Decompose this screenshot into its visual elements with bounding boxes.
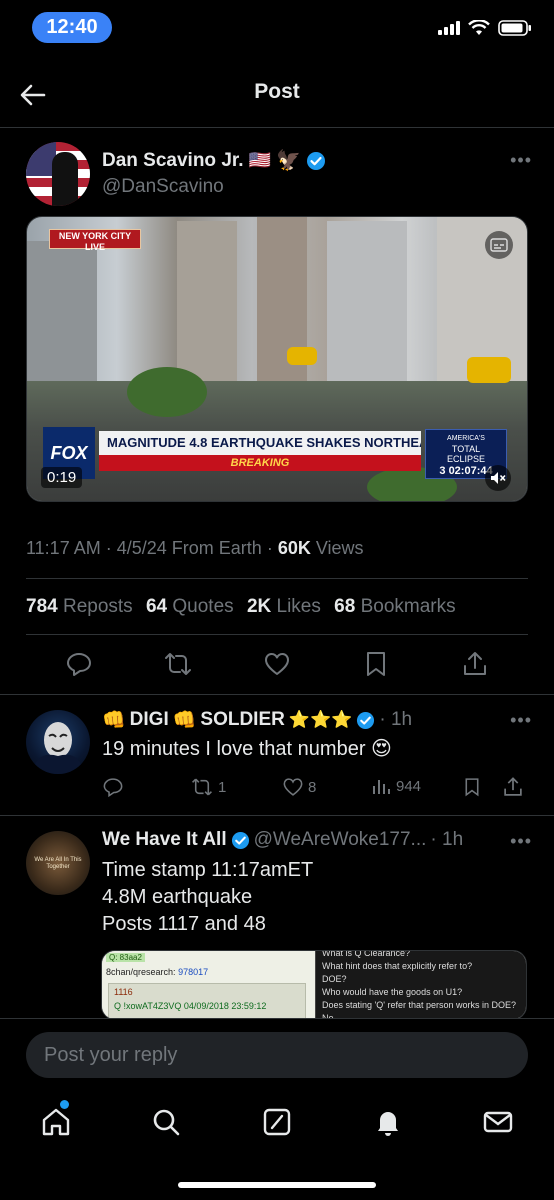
views-button[interactable]: 944 — [372, 776, 421, 796]
reply-composer: Post your reply — [0, 1018, 554, 1090]
divider — [0, 694, 554, 695]
location-live-tag: NEW YORK CITY LIVE — [49, 229, 141, 252]
bookmark-icon[interactable] — [462, 776, 482, 798]
messages-mail-icon[interactable] — [482, 1106, 514, 1138]
repost-icon — [192, 778, 212, 796]
views-chart-icon — [373, 780, 390, 794]
home-indicator — [178, 1182, 376, 1188]
verified-badge-icon — [306, 151, 325, 170]
search-icon[interactable] — [150, 1106, 182, 1138]
bookmarks-stat[interactable]: 68 Bookmarks — [334, 596, 455, 617]
reply-avatar[interactable] — [26, 710, 90, 774]
post-meta: 11:17 AM · 4/5/24 From Earth · 60K Views — [26, 538, 364, 558]
reply-input[interactable]: Post your reply — [26, 1032, 528, 1078]
battery-icon — [498, 20, 531, 36]
top-nav: Post — [0, 58, 554, 128]
reply-text: 19 minutes I love that number 😍 — [102, 738, 392, 760]
bookmark-icon[interactable] — [362, 650, 390, 678]
divider — [26, 634, 528, 635]
like-icon — [283, 778, 303, 796]
author-handle[interactable]: @DanScavino — [102, 176, 224, 198]
new-content-dot — [60, 1100, 69, 1109]
cellular-signal-icon — [438, 21, 460, 35]
more-options-icon[interactable]: ••• — [510, 831, 532, 852]
reply-text: Time stamp 11:17amET 4.8M earthquake Pos… — [102, 859, 314, 935]
reply-actions: 1 8 944 — [102, 776, 532, 800]
grok-icon[interactable] — [261, 1106, 293, 1138]
us-flag-emoji-icon: 🇺🇸 — [248, 150, 271, 170]
share-icon[interactable] — [502, 776, 524, 798]
divider — [0, 815, 554, 816]
author-avatar[interactable] — [26, 142, 90, 206]
heart-eyes-emoji-icon: 😍 — [371, 738, 392, 760]
fist-emoji-icon: 👊 — [172, 710, 197, 731]
author-name-row[interactable]: Dan Scavino Jr. 🇺🇸 🦅 — [102, 148, 326, 173]
reply-author-row[interactable]: We Have It All @WeAreWoke177... · 1h — [102, 829, 463, 851]
page-title: Post — [254, 80, 300, 103]
like-icon[interactable] — [263, 650, 291, 678]
status-time[interactable]: 12:40 — [32, 12, 112, 43]
stars-emoji-icon: ⭐⭐⭐ — [288, 710, 353, 729]
reply-avatar[interactable]: We Are All In This Together — [26, 831, 90, 895]
home-icon[interactable] — [40, 1106, 72, 1138]
captions-icon[interactable] — [485, 231, 513, 259]
reposts-stat[interactable]: 784 Reposts — [26, 596, 133, 617]
post-stats: 784 Reposts 64 Quotes 2K Likes 68 Bookma… — [26, 596, 456, 618]
share-icon[interactable] — [461, 650, 489, 678]
reply-image[interactable]: Q: 83aa2 8chan/qresearch: 978017 1116 Q … — [101, 950, 527, 1020]
video-duration: 0:19 — [41, 467, 83, 488]
notifications-bell-icon[interactable] — [372, 1106, 404, 1138]
author-name: Dan Scavino Jr. — [102, 149, 244, 171]
more-options-icon[interactable]: ••• — [510, 710, 532, 731]
video-player[interactable]: NEW YORK CITY LIVE FOX MAGNITUDE 4.8 EAR… — [26, 216, 528, 502]
post-actions — [0, 650, 554, 694]
verified-badge-icon — [231, 831, 249, 849]
reply-icon[interactable] — [65, 650, 93, 678]
quotes-stat[interactable]: 64 Quotes — [146, 596, 234, 617]
reply-icon[interactable] — [102, 776, 124, 798]
more-options-icon[interactable]: ••• — [510, 150, 532, 171]
mute-icon[interactable] — [485, 465, 511, 491]
like-button[interactable]: 8 — [282, 776, 316, 798]
breaking-banner: BREAKING — [99, 455, 421, 471]
status-icons — [438, 20, 532, 36]
status-bar: 12:40 — [0, 0, 554, 58]
reply-author-row[interactable]: 👊 DIGI 👊 SOLDIER ⭐⭐⭐ · 1h — [102, 708, 412, 732]
repost-button[interactable]: 1 — [190, 776, 226, 798]
verified-badge-icon — [357, 711, 375, 729]
repost-icon[interactable] — [164, 650, 192, 678]
likes-stat[interactable]: 2K Likes — [247, 596, 321, 617]
fist-emoji-icon: 👊 — [102, 710, 126, 731]
wifi-icon — [468, 20, 490, 35]
eagle-emoji-icon: 🦅 — [275, 150, 301, 172]
news-headline: MAGNITUDE 4.8 EARTHQUAKE SHAKES NORTHEAS… — [99, 431, 421, 455]
news-lower-third: MAGNITUDE 4.8 EARTHQUAKE SHAKES NORTHEAS… — [99, 431, 421, 471]
divider — [26, 578, 528, 579]
